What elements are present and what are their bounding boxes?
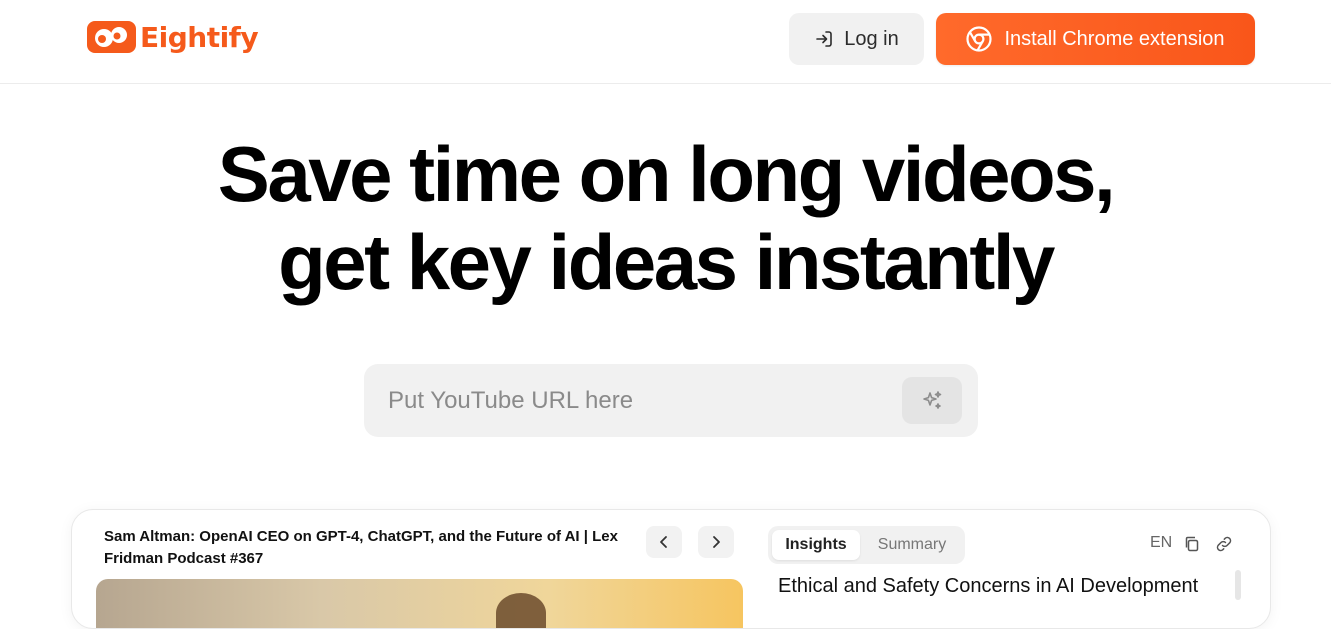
tab-insights[interactable]: Insights <box>772 530 860 560</box>
summarize-button[interactable] <box>902 377 962 424</box>
install-label: Install Chrome extension <box>1004 27 1225 50</box>
video-title: Sam Altman: OpenAI CEO on GPT-4, ChatGPT… <box>104 528 618 567</box>
hero-title-line1: Save time on long videos, <box>217 130 1116 218</box>
previous-video-button[interactable] <box>646 526 682 558</box>
install-chrome-extension-button[interactable]: Install Chrome extension <box>936 13 1255 65</box>
next-video-button[interactable] <box>698 526 734 558</box>
preview-tabs: Insights Summary <box>768 526 965 564</box>
tab-summary[interactable]: Summary <box>864 530 960 560</box>
summary-preview-card: Sam Altman: OpenAI CEO on GPT-4, ChatGPT… <box>71 509 1271 629</box>
login-label: Log in <box>844 27 899 50</box>
logo-text: Eightify <box>140 20 259 54</box>
thumbnail-person <box>496 593 546 628</box>
login-button[interactable]: Log in <box>789 13 924 65</box>
insight-section-title: Ethical and Safety Concerns in AI Develo… <box>778 575 1199 597</box>
site-header: Eightify Log in Install Chrome extension <box>0 0 1331 84</box>
hero: Save time on long videos, get key ideas … <box>0 130 1331 306</box>
language-selector[interactable]: EN <box>1150 534 1172 552</box>
copy-icon[interactable] <box>1182 534 1202 554</box>
url-search-box <box>364 364 978 437</box>
login-icon <box>816 31 833 47</box>
video-thumbnail[interactable] <box>96 579 743 628</box>
chevron-left-icon <box>660 536 667 548</box>
youtube-url-input[interactable] <box>364 364 894 437</box>
hero-title: Save time on long videos, get key ideas … <box>0 130 1331 306</box>
sparkle-icon <box>923 390 942 409</box>
chevron-right-icon <box>713 536 720 548</box>
link-icon[interactable] <box>1214 534 1234 554</box>
insights-scrollbar[interactable] <box>1235 570 1241 600</box>
chrome-icon <box>966 26 993 52</box>
logo[interactable]: Eightify <box>87 18 259 56</box>
hero-title-line2: get key ideas instantly <box>278 218 1055 306</box>
logo-icon <box>87 21 136 53</box>
